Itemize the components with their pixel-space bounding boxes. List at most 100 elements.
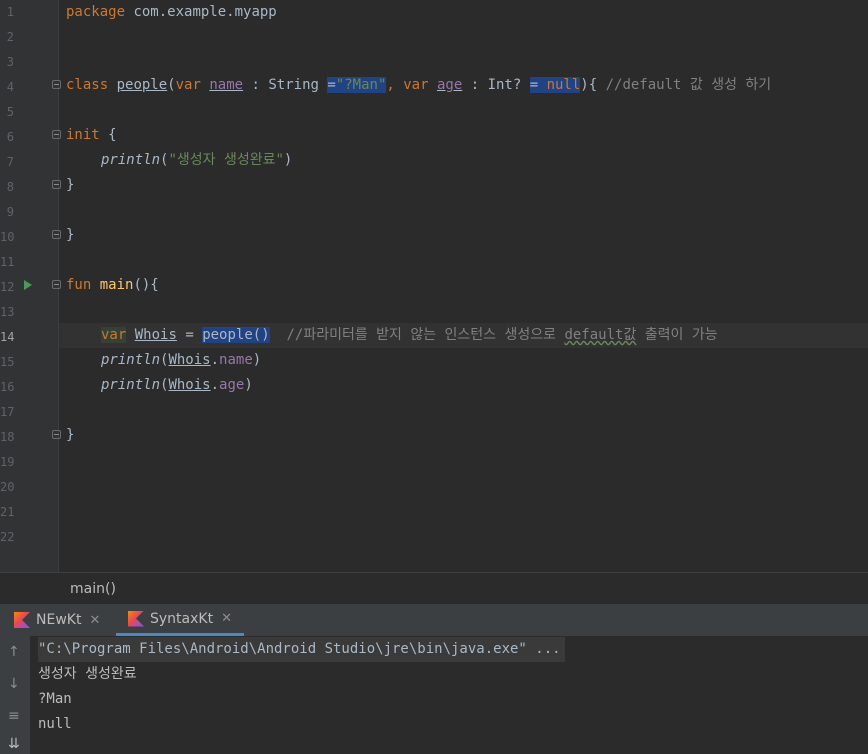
property: name [219,352,253,368]
keyword: package [66,4,126,20]
line-number: 15 [0,355,15,369]
kotlin-icon [128,610,144,627]
code-line-14[interactable]: var Whois = people() //파라미터를 받지 않는 인스턴스 … [101,323,718,348]
line-number-gutter: 1 2 3 4 5 6 7 8 9 10 11 12 13 14 15 16 1… [0,0,61,572]
variable-name: Whois [134,327,177,343]
brace: { [99,127,117,143]
fold-icon[interactable] [52,280,61,289]
close-icon[interactable]: ✕ [221,611,232,626]
kotlin-icon [14,612,30,628]
function-name: main [99,277,134,293]
function-call: println [101,352,161,368]
function-call: println [101,152,161,168]
selected-constructor-call: people() [202,327,270,343]
paren: ( [167,77,176,93]
keyword: fun [66,277,92,293]
line-number: 21 [0,505,15,519]
package-name: com.example.myapp [125,4,277,20]
code-editor[interactable]: 1 2 3 4 5 6 7 8 9 10 11 12 13 14 15 16 1… [0,0,868,572]
fold-icon[interactable] [52,430,61,439]
selection-highlight: ="?Man" [327,77,387,93]
keyword: class [66,77,109,93]
line-number: 2 [6,30,14,44]
run-tab-bar: NEwKt ✕ SyntaxKt ✕ [0,604,868,637]
line-number: 9 [6,205,14,219]
line-number: 11 [0,255,15,269]
tab-newkt[interactable]: NEwKt ✕ [14,604,100,636]
arrow-up-icon[interactable]: ↑ [8,644,20,660]
console-toolbar: ↑ ↓ ≡ ⇊ [0,636,30,754]
keyword: var [101,327,127,343]
null-literal: null [546,77,581,93]
comment: //default 값 생성 하기 [605,77,772,93]
comment: 출력이 가능 [636,327,718,343]
close-icon[interactable]: ✕ [89,613,100,628]
run-console[interactable]: ↑ ↓ ≡ ⇊ "C:\Program Files\Android\Androi… [0,636,868,754]
line-number-current: 14 [0,330,15,344]
fold-icon[interactable] [52,130,61,139]
tab-label: SyntaxKt [150,610,214,627]
variable-ref: Whois [168,352,211,368]
fold-icon[interactable] [52,180,61,189]
tab-label: NEwKt [36,612,82,628]
code-line-12[interactable]: fun main(){ [66,273,159,298]
console-command: "C:\Program Files\Android\Android Studio… [38,637,565,662]
console-output-line: ?Man [38,691,72,707]
tab-syntaxkt[interactable]: SyntaxKt ✕ [116,604,244,636]
code-line-1[interactable]: package com.example.myapp [66,0,277,25]
fold-icon[interactable] [52,80,61,89]
line-number: 4 [6,80,14,94]
line-number: 3 [6,55,14,69]
fold-icon[interactable] [52,230,61,239]
line-number: 16 [0,380,15,394]
code-line-8[interactable]: } [66,173,74,198]
comma: , [386,77,395,93]
console-output-line: 생성자 생성완료 [38,666,137,682]
keyword: init [66,127,100,143]
paren: ) [244,377,253,393]
soft-wrap-icon[interactable]: ≡ [8,708,20,724]
code-line-16[interactable]: println(Whois.age) [101,373,253,398]
line-number: 1 [6,5,14,19]
line-number: 20 [0,480,15,494]
line-number: 19 [0,455,15,469]
line-number: 7 [6,155,14,169]
keyword: var [403,77,429,93]
variable-ref: Whois [168,377,211,393]
dot: . [210,377,220,393]
comment: //파라미터를 받지 않는 인스턴스 생성으로 [269,327,565,343]
string-literal: "?Man" [335,77,387,93]
code-line-4[interactable]: class people(var name : String ="?Man", … [66,73,771,98]
function-call: println [101,377,161,393]
line-number: 12 [0,280,15,294]
line-number: 22 [0,530,15,544]
param-name: name [209,77,244,93]
run-icon[interactable] [24,280,32,290]
type: : Int? [462,77,530,93]
keyword: var [175,77,201,93]
line-number: 13 [0,305,15,319]
class-name: people [116,77,168,93]
paren: ) [252,352,262,368]
code-line-7[interactable]: println("생성자 생성완료") [101,148,292,173]
assign: = [327,77,336,93]
line-number: 10 [0,230,15,244]
dot: . [210,352,220,368]
line-number: 18 [0,430,15,444]
code-line-18[interactable]: } [66,423,74,448]
code-line-15[interactable]: println(Whois.name) [101,348,261,373]
line-number: 8 [6,180,14,194]
property: age [219,377,245,393]
code-line-6[interactable]: init { [66,123,117,148]
param-age: age [436,77,463,93]
arrow-down-icon[interactable]: ↓ [8,676,20,692]
console-output-line: null [38,716,72,732]
line-number: 5 [6,105,14,119]
signature: (){ [133,277,159,293]
breadcrumb-item[interactable]: main() [70,581,116,597]
assign: = [529,77,547,93]
breadcrumb[interactable]: main() [0,572,868,605]
scroll-to-end-icon[interactable]: ⇊ [8,736,20,752]
line-number: 6 [6,130,14,144]
code-line-10[interactable]: } [66,223,74,248]
